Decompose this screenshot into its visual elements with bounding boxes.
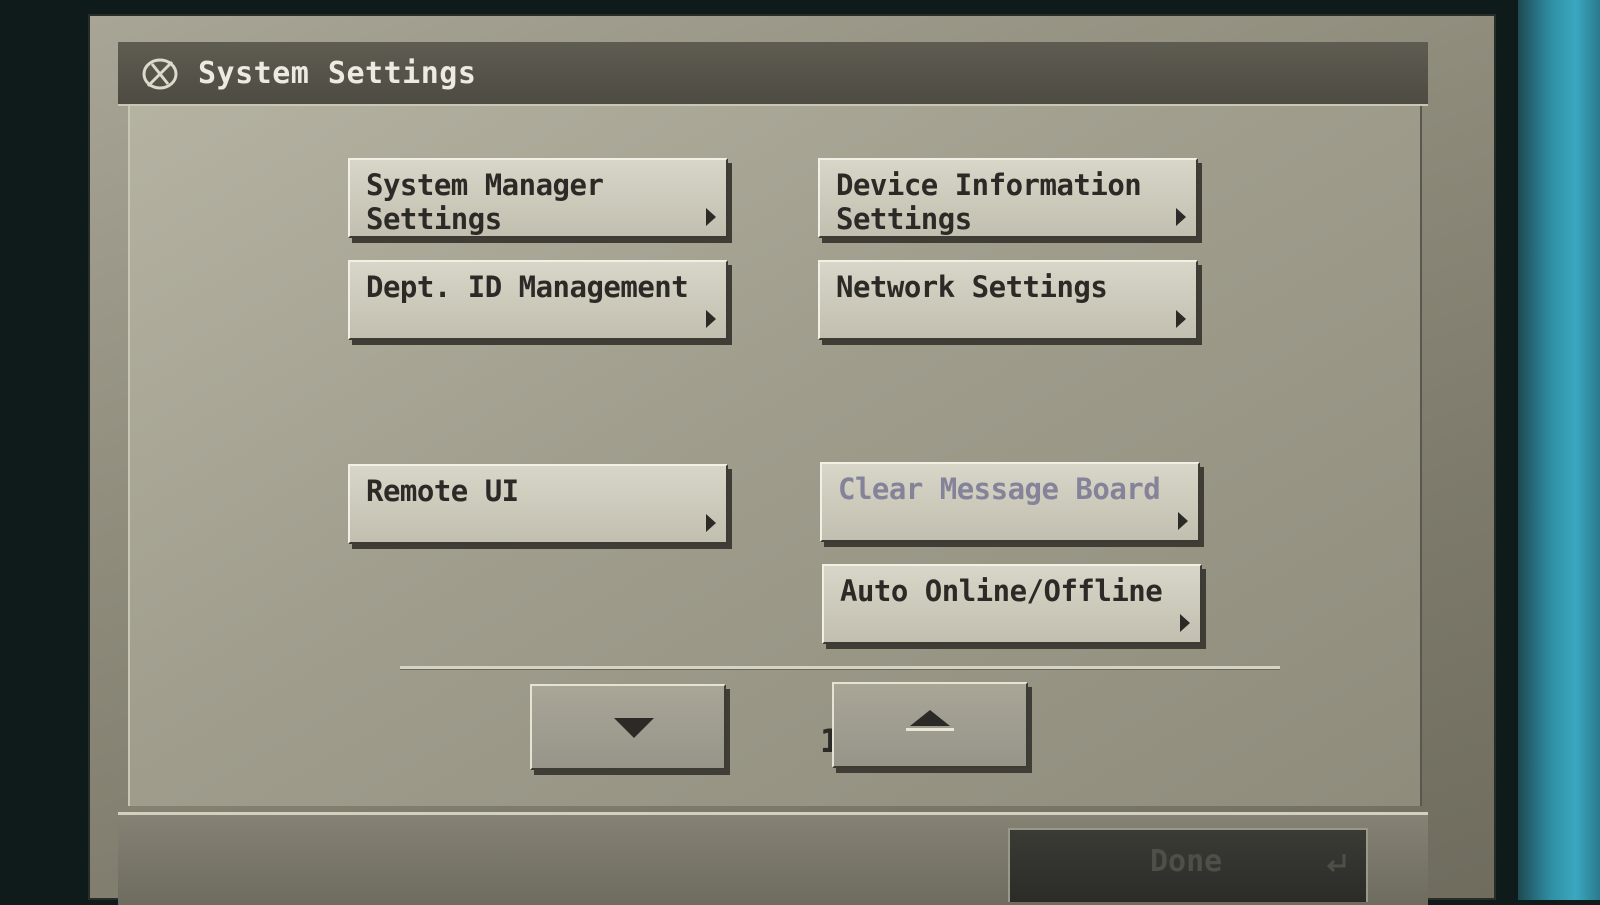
divider bbox=[400, 666, 1280, 670]
dept-id-management-button[interactable]: Dept. ID Management bbox=[348, 260, 728, 340]
done-label: Done bbox=[1150, 844, 1223, 879]
clear-message-board-button[interactable]: Clear Message Board bbox=[820, 462, 1200, 542]
settings-panel: System Manager Settings Device Informati… bbox=[128, 106, 1422, 806]
page-down-button[interactable] bbox=[530, 684, 726, 770]
auto-online-offline-button[interactable]: Auto Online/Offline bbox=[822, 564, 1202, 644]
auto-online-offline-label: Auto Online/Offline bbox=[840, 574, 1163, 608]
system-manager-settings-label: System Manager Settings bbox=[366, 168, 604, 236]
device-information-settings-label: Device Information Settings bbox=[836, 168, 1142, 236]
enter-return-icon bbox=[1326, 854, 1346, 873]
done-button[interactable]: Done bbox=[1008, 828, 1368, 902]
title-bar: System Settings bbox=[118, 42, 1428, 106]
dept-id-management-label: Dept. ID Management bbox=[366, 270, 689, 304]
page-title: System Settings bbox=[198, 56, 477, 91]
chevron-right-icon bbox=[1180, 614, 1190, 632]
network-settings-label: Network Settings bbox=[836, 270, 1108, 304]
system-manager-settings-button[interactable]: System Manager Settings bbox=[348, 158, 728, 238]
remote-ui-label: Remote UI bbox=[366, 474, 519, 508]
chevron-right-icon bbox=[1176, 310, 1186, 328]
triangle-up-icon bbox=[910, 710, 950, 726]
triangle-down-icon bbox=[614, 718, 654, 738]
remote-ui-button[interactable]: Remote UI bbox=[348, 464, 728, 544]
chevron-right-icon bbox=[1176, 208, 1186, 226]
wrench-gear-icon bbox=[142, 58, 178, 90]
page-up-button[interactable] bbox=[832, 682, 1028, 768]
triangle-up-underline bbox=[906, 728, 954, 731]
chevron-right-icon bbox=[706, 310, 716, 328]
touch-screen: System Settings System Manager Settings … bbox=[88, 14, 1496, 905]
chevron-right-icon bbox=[706, 514, 716, 532]
device-information-settings-button[interactable]: Device Information Settings bbox=[818, 158, 1198, 238]
chevron-right-icon bbox=[1178, 512, 1188, 530]
network-settings-button[interactable]: Network Settings bbox=[818, 260, 1198, 340]
clear-message-board-label: Clear Message Board bbox=[838, 472, 1161, 506]
device-bezel-edge bbox=[1518, 0, 1600, 900]
chevron-right-icon bbox=[706, 208, 716, 226]
